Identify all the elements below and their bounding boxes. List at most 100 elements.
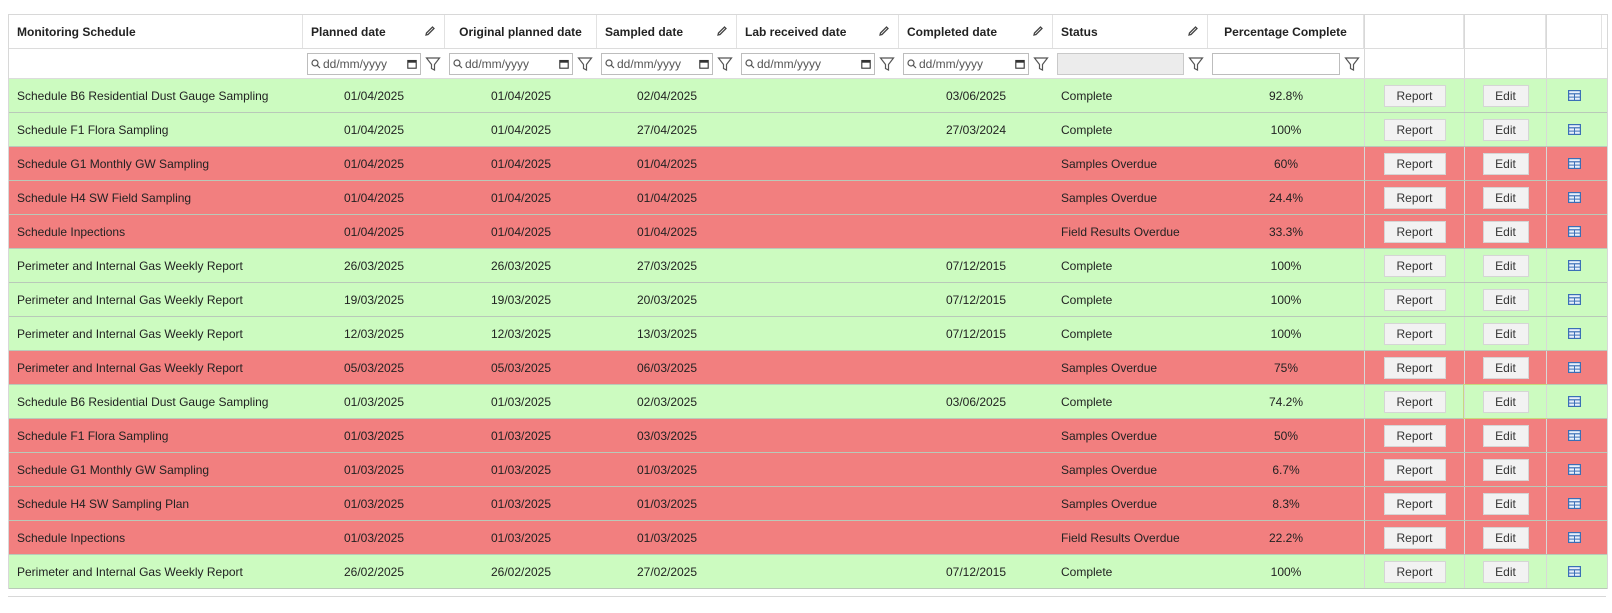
report-button[interactable]: Report [1383, 254, 1446, 277]
table-row[interactable]: Schedule H4 SW Field Sampling 01/04/2025… [9, 181, 1607, 215]
pencil-icon[interactable] [1032, 25, 1044, 37]
report-button[interactable]: Report [1383, 424, 1446, 447]
edit-button[interactable]: Edit [1482, 492, 1529, 515]
table-view-icon[interactable] [1568, 532, 1581, 543]
calendar-icon[interactable] [699, 59, 709, 69]
lab-date-cell [737, 283, 899, 316]
table-view-icon[interactable] [1568, 396, 1581, 407]
col-header-planned-date[interactable]: Planned date [303, 15, 445, 48]
col-header-status[interactable]: Status [1053, 15, 1208, 48]
table-row[interactable]: Perimeter and Internal Gas Weekly Report… [9, 351, 1607, 385]
edit-button[interactable]: Edit [1482, 560, 1529, 583]
col-header-percentage-complete[interactable]: Percentage Complete [1208, 15, 1364, 48]
original-date-filter-input[interactable]: dd/mm/yyyy [449, 52, 573, 75]
table-row[interactable]: Schedule Inpections 01/04/2025 01/04/202… [9, 215, 1607, 249]
table-row[interactable]: Perimeter and Internal Gas Weekly Report… [9, 283, 1607, 317]
filter-icon[interactable] [1188, 56, 1204, 72]
table-row[interactable]: Perimeter and Internal Gas Weekly Report… [9, 317, 1607, 351]
table-row[interactable]: Schedule F1 Flora Sampling 01/03/2025 01… [9, 419, 1607, 453]
report-button[interactable]: Report [1383, 526, 1446, 549]
table-row[interactable]: Schedule F1 Flora Sampling 01/04/2025 01… [9, 113, 1607, 147]
percent-complete: 75% [1273, 360, 1299, 375]
report-cell: Report [1364, 215, 1464, 248]
pencil-icon[interactable] [878, 25, 890, 37]
table-row[interactable]: Schedule G1 Monthly GW Sampling 01/04/20… [9, 147, 1607, 181]
table-view-icon[interactable] [1568, 158, 1581, 169]
calendar-icon[interactable] [407, 59, 417, 69]
edit-button[interactable]: Edit [1482, 526, 1529, 549]
report-button[interactable]: Report [1383, 186, 1446, 209]
calendar-icon[interactable] [1015, 59, 1025, 69]
table-view-icon[interactable] [1568, 566, 1581, 577]
edit-button[interactable]: Edit [1482, 356, 1529, 379]
table-view-icon[interactable] [1568, 498, 1581, 509]
original-planned-date: 26/03/2025 [490, 258, 552, 273]
edit-button[interactable]: Edit [1482, 424, 1529, 447]
col-header-lab-received-date[interactable]: Lab received date [737, 15, 899, 48]
filter-icon[interactable] [717, 56, 733, 72]
report-button[interactable]: Report [1383, 458, 1446, 481]
report-button[interactable]: Report [1383, 288, 1446, 311]
report-button[interactable]: Report [1383, 356, 1446, 379]
report-button[interactable]: Report [1383, 560, 1446, 583]
table-row[interactable]: Perimeter and Internal Gas Weekly Report… [9, 555, 1607, 589]
table-view-icon[interactable] [1568, 362, 1581, 373]
edit-button[interactable]: Edit [1482, 152, 1529, 175]
original-date-cell: 01/03/2025 [445, 419, 597, 452]
table-view-icon[interactable] [1568, 192, 1581, 203]
calendar-icon[interactable] [559, 59, 569, 69]
report-button[interactable]: Report [1383, 84, 1446, 107]
table-view-icon[interactable] [1568, 124, 1581, 135]
table-view-icon[interactable] [1568, 464, 1581, 475]
col-header-completed-date[interactable]: Completed date [899, 15, 1053, 48]
calendar-icon[interactable] [861, 59, 871, 69]
planned-date-filter-input[interactable]: dd/mm/yyyy [307, 52, 421, 75]
table-row[interactable]: Schedule B6 Residential Dust Gauge Sampl… [9, 79, 1607, 113]
edit-button[interactable]: Edit [1482, 84, 1529, 107]
report-button[interactable]: Report [1383, 492, 1446, 515]
table-row[interactable]: Schedule G1 Monthly GW Sampling 01/03/20… [9, 453, 1607, 487]
lab-date-filter-input[interactable]: dd/mm/yyyy [741, 52, 875, 75]
table-view-icon[interactable] [1568, 90, 1581, 101]
table-view-icon[interactable] [1568, 226, 1581, 237]
report-button[interactable]: Report [1383, 152, 1446, 175]
pencil-icon[interactable] [1187, 25, 1199, 37]
table-view-icon[interactable] [1568, 294, 1581, 305]
report-button[interactable]: Report [1383, 322, 1446, 345]
col-header-sampled-date[interactable]: Sampled date [597, 15, 737, 48]
view-cell [1546, 147, 1602, 180]
filter-icon[interactable] [1033, 56, 1049, 72]
table-view-icon[interactable] [1568, 328, 1581, 339]
table-view-icon[interactable] [1568, 260, 1581, 271]
filter-icon[interactable] [879, 56, 895, 72]
table-row[interactable]: Schedule Inpections 01/03/2025 01/03/202… [9, 521, 1607, 555]
edit-button[interactable]: Edit [1482, 220, 1529, 243]
filter-icon[interactable] [1344, 56, 1360, 72]
percentage-filter-input[interactable] [1212, 52, 1340, 75]
report-button[interactable]: Report [1383, 390, 1446, 413]
edit-button[interactable]: Edit [1482, 186, 1529, 209]
pencil-icon[interactable] [716, 25, 728, 37]
col-header-monitoring-schedule[interactable]: Monitoring Schedule [9, 15, 303, 48]
edit-button[interactable]: Edit [1482, 322, 1529, 345]
edit-button[interactable]: Edit [1482, 390, 1529, 413]
table-view-icon[interactable] [1568, 430, 1581, 441]
filter-icon[interactable] [425, 56, 441, 72]
edit-button[interactable]: Edit [1482, 288, 1529, 311]
report-button[interactable]: Report [1383, 220, 1446, 243]
col-header-view [1546, 15, 1602, 48]
edit-button[interactable]: Edit [1482, 254, 1529, 277]
report-button[interactable]: Report [1383, 118, 1446, 141]
edit-button[interactable]: Edit [1482, 118, 1529, 141]
status-filter-input[interactable] [1057, 52, 1184, 75]
edit-button[interactable]: Edit [1482, 458, 1529, 481]
col-header-original-planned-date[interactable]: Original planned date [445, 15, 597, 48]
percent-cell: 100% [1208, 113, 1364, 146]
completed-date-filter-input[interactable]: dd/mm/yyyy [903, 52, 1029, 75]
pencil-icon[interactable] [424, 25, 436, 37]
table-row[interactable]: Schedule H4 SW Sampling Plan 01/03/2025 … [9, 487, 1607, 521]
sampled-date-filter-input[interactable]: dd/mm/yyyy [601, 52, 713, 75]
table-row[interactable]: Perimeter and Internal Gas Weekly Report… [9, 249, 1607, 283]
table-row[interactable]: Schedule B6 Residential Dust Gauge Sampl… [9, 384, 1607, 419]
filter-icon[interactable] [577, 56, 593, 72]
